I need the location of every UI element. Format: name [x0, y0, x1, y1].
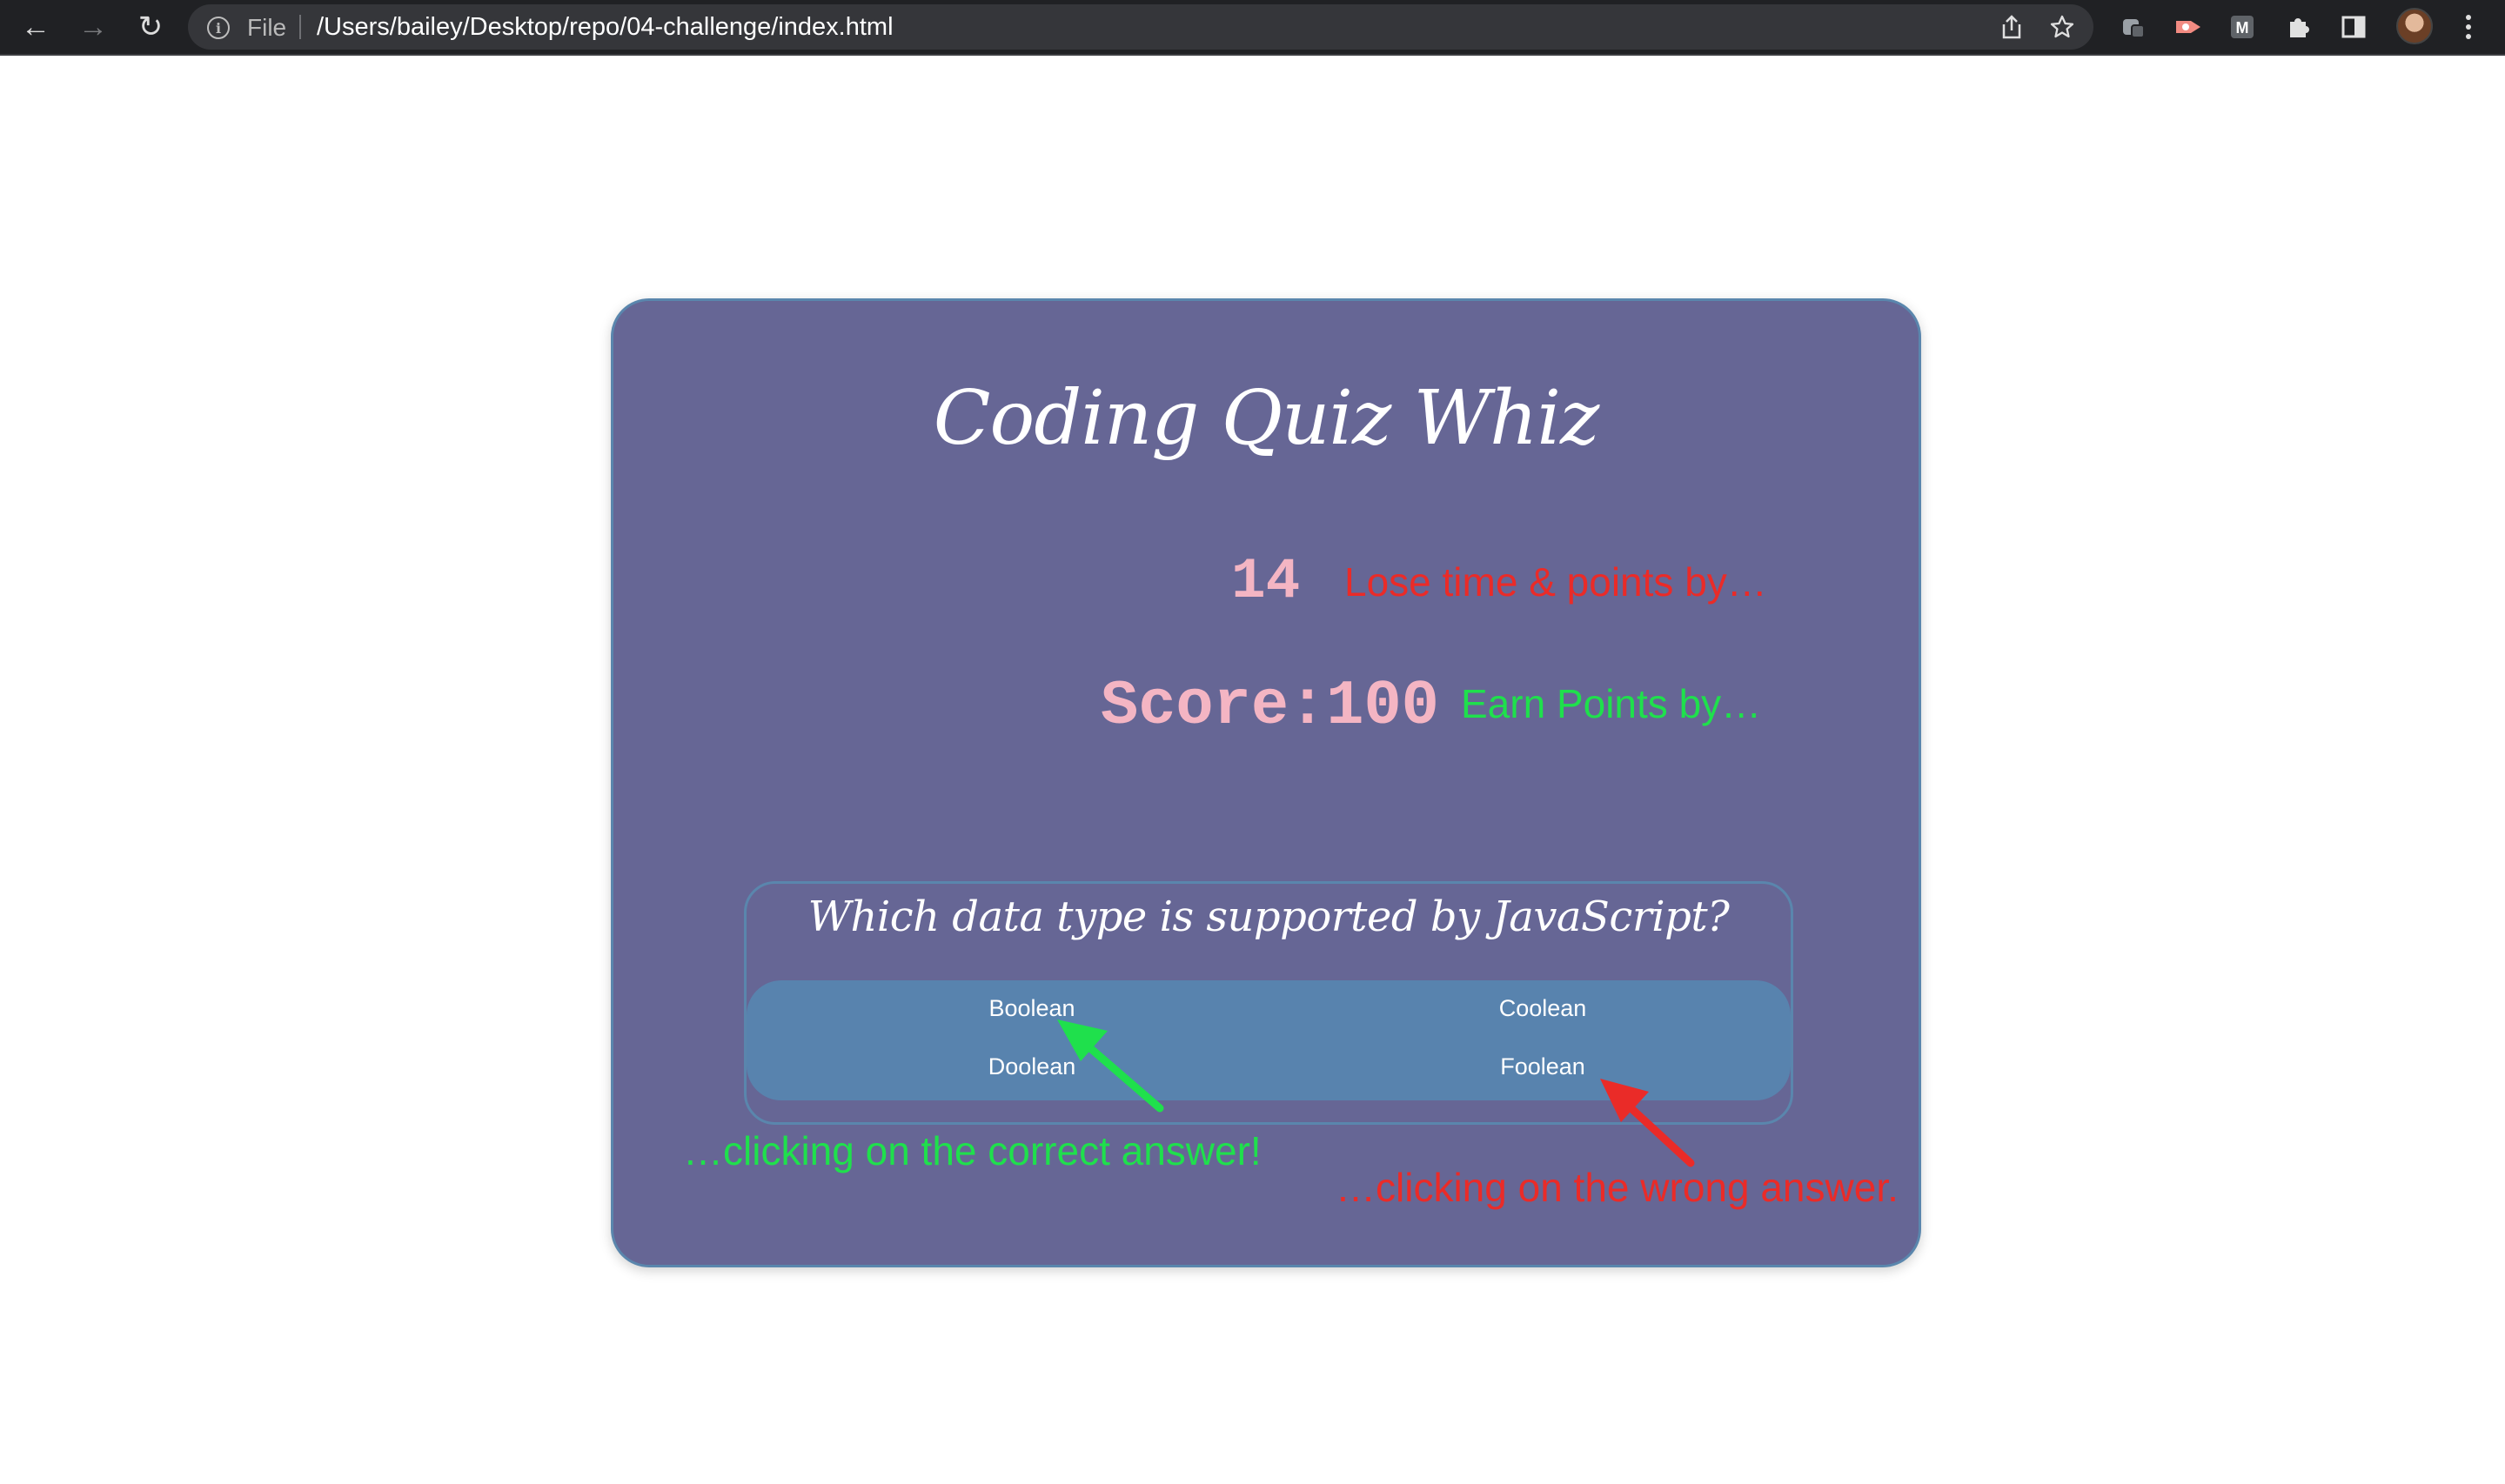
extension-icon[interactable] — [2172, 10, 2205, 43]
info-icon[interactable]: i — [207, 17, 230, 39]
browser-toolbar: ← → ↻ i File /Users/bailey/Desktop/repo/… — [0, 0, 2505, 56]
timer-value: 14 — [1231, 549, 1301, 614]
lose-time-hint: Lose time & points by… — [1344, 559, 1767, 605]
url-text[interactable]: /Users/bailey/Desktop/repo/04-challenge/… — [317, 13, 894, 42]
url-separator — [299, 15, 301, 39]
score-display: Score:100 — [1101, 671, 1439, 742]
question-box: Which data type is supported by JavaScri… — [744, 881, 1793, 1125]
side-panel-icon[interactable] — [2337, 10, 2370, 43]
answer-button-boolean[interactable]: Boolean — [945, 991, 1119, 1026]
answer-button-coolean[interactable]: Coolean — [1456, 991, 1630, 1026]
quiz-title: Coding Quiz Whiz — [933, 375, 1600, 462]
star-icon[interactable] — [2046, 11, 2078, 43]
wrong-answer-caption: …clicking on the wrong answer. — [1336, 1165, 1899, 1210]
reload-icon[interactable]: ↻ — [131, 7, 171, 47]
forward-arrow-icon[interactable]: → — [73, 7, 113, 47]
svg-text:M: M — [2236, 19, 2249, 37]
earn-points-hint: Earn Points by… — [1461, 681, 1762, 726]
answer-button-doolean[interactable]: Doolean — [945, 1049, 1119, 1084]
address-bar[interactable]: i File /Users/bailey/Desktop/repo/04-cha… — [188, 4, 2093, 50]
quiz-card: Coding Quiz Whiz 14 Lose time & points b… — [611, 298, 1921, 1267]
file-scheme-label: File — [247, 14, 287, 41]
puzzle-icon[interactable] — [2281, 10, 2314, 43]
answer-button-foolean[interactable]: Foolean — [1456, 1049, 1630, 1084]
back-arrow-icon[interactable]: ← — [16, 7, 56, 47]
share-icon[interactable] — [1996, 11, 2027, 43]
correct-answer-caption: …clicking on the correct answer! — [683, 1128, 1262, 1173]
extension-icon[interactable]: M — [2226, 10, 2259, 43]
more-vert-icon[interactable] — [2455, 9, 2482, 45]
profile-avatar[interactable] — [2396, 8, 2433, 44]
extension-icon[interactable] — [2117, 10, 2150, 43]
question-text: Which data type is supported by JavaScri… — [807, 892, 1730, 941]
answers-panel: Boolean Coolean Doolean Foolean — [747, 980, 1791, 1100]
